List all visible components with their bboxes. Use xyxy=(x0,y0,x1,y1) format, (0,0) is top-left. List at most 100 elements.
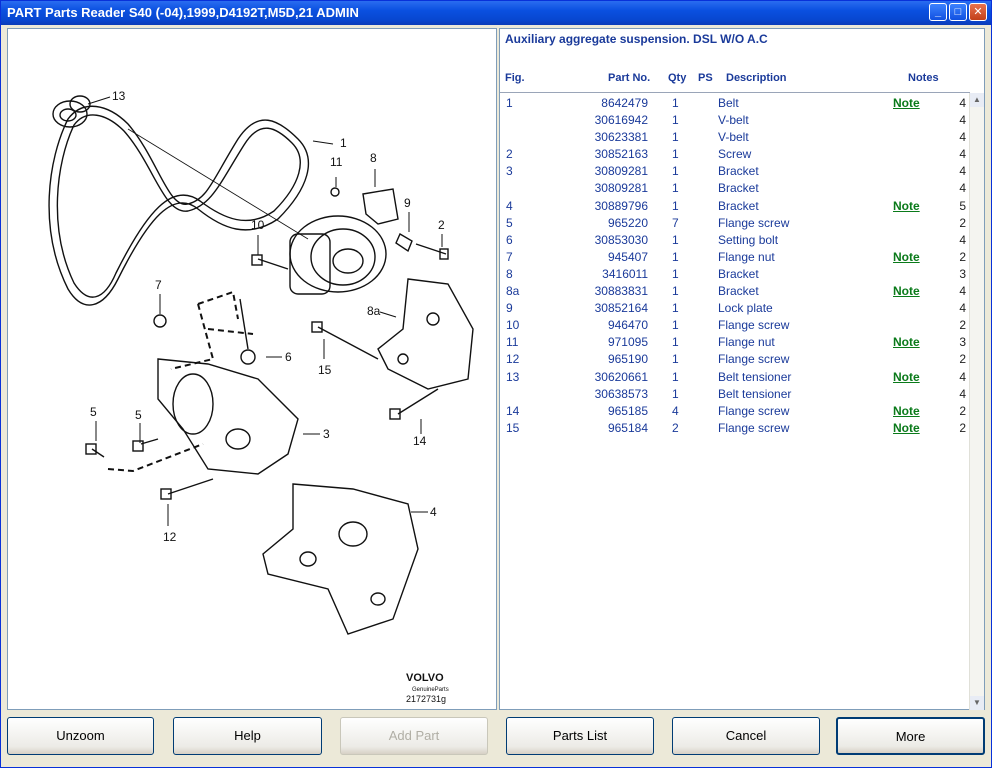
section-title: Auxiliary aggregate suspension. DSL W/O … xyxy=(505,32,768,46)
note-link[interactable]: Note xyxy=(893,250,920,264)
exploded-view-illustration: 13 1 11 8 9 2 10 7 8a 6 15 5 5 3 14 4 12… xyxy=(48,89,474,704)
table-row[interactable]: 1 8642479 1 Belt Note 4 xyxy=(500,95,970,112)
maximize-button[interactable]: □ xyxy=(949,3,967,21)
cell-fig: 4 xyxy=(506,198,513,213)
callout-9: 9 xyxy=(404,196,411,210)
cell-qty: 1 xyxy=(672,369,679,384)
table-row[interactable]: 6 30853030 1 Setting bolt 4 xyxy=(500,232,970,249)
cell-part-no: 30638573 xyxy=(594,386,648,401)
table-row[interactable]: 5 965220 7 Flange screw 2 xyxy=(500,215,970,232)
table-row[interactable]: 9 30852164 1 Lock plate 4 xyxy=(500,300,970,317)
cell-qty: 1 xyxy=(672,249,679,264)
callout-8a: 8a xyxy=(367,304,381,318)
header-notes: Notes xyxy=(908,72,939,84)
note-link[interactable]: Note xyxy=(893,335,920,349)
cell-fig: 15 xyxy=(506,420,520,435)
note-link[interactable]: Note xyxy=(893,96,920,110)
cell-notes-count: 5 xyxy=(959,198,966,213)
cell-notes-count: 2 xyxy=(959,215,966,230)
table-row[interactable]: 30638573 1 Belt tensioner 4 xyxy=(500,386,970,403)
cell-fig: 7 xyxy=(506,249,513,264)
table-row[interactable]: 30809281 1 Bracket 4 xyxy=(500,180,970,197)
cell-qty: 1 xyxy=(672,181,679,196)
volvo-logo: VOLVO GenuineParts 2172731g xyxy=(406,672,449,704)
cell-fig: 3 xyxy=(506,164,513,179)
cell-part-no: 30616942 xyxy=(594,113,648,128)
cell-description: Flange screw xyxy=(718,318,790,333)
table-row[interactable]: 30623381 1 V-belt 4 xyxy=(500,129,970,146)
cell-fig: 2 xyxy=(506,147,513,162)
cell-part-no: 965190 xyxy=(607,352,648,367)
header-description: Description xyxy=(726,72,787,84)
table-row[interactable]: 7 945407 1 Flange nut Note 2 xyxy=(500,249,970,266)
note-link[interactable]: Note xyxy=(893,284,920,298)
unzoom-button[interactable]: Unzoom xyxy=(7,717,154,755)
parts-list-panel: Auxiliary aggregate suspension. DSL W/O … xyxy=(499,28,985,710)
parts-list-button[interactable]: Parts List xyxy=(506,717,654,755)
close-button[interactable]: ✕ xyxy=(969,3,987,21)
cell-fig: 11 xyxy=(506,335,519,350)
cell-description: Bracket xyxy=(718,198,759,213)
callout-15: 15 xyxy=(318,363,332,377)
callout-3: 3 xyxy=(323,427,330,441)
cell-part-no: 946470 xyxy=(607,318,648,333)
cell-description: Belt tensioner xyxy=(718,369,792,384)
cell-part-no: 30883831 xyxy=(594,284,648,299)
table-row[interactable]: 30616942 1 V-belt 4 xyxy=(500,112,970,129)
header-divider xyxy=(500,92,970,93)
cell-notes-count: 4 xyxy=(959,386,966,401)
scroll-up-icon[interactable]: ▲ xyxy=(970,93,984,107)
scroll-down-icon[interactable]: ▼ xyxy=(970,696,984,710)
callout-labels: 13 1 11 8 9 2 10 7 8a 6 15 5 5 3 14 4 12 xyxy=(90,89,445,544)
cell-notes-count: 3 xyxy=(959,335,966,350)
window-title: PART Parts Reader S40 (-04),1999,D4192T,… xyxy=(7,5,359,20)
callout-1: 1 xyxy=(340,136,347,150)
table-row[interactable]: 14 965185 4 Flange screw Note 2 xyxy=(500,403,970,420)
cell-qty: 1 xyxy=(672,96,679,110)
note-link[interactable]: Note xyxy=(893,370,920,384)
note-link[interactable]: Note xyxy=(893,421,920,435)
cell-description: V-belt xyxy=(718,130,749,145)
cell-part-no: 30809281 xyxy=(594,164,648,179)
table-row[interactable]: 13 30620661 1 Belt tensioner Note 4 xyxy=(500,369,970,386)
add-part-button[interactable]: Add Part xyxy=(340,717,488,755)
cell-part-no: 30809281 xyxy=(594,181,648,196)
cancel-button[interactable]: Cancel xyxy=(672,717,820,755)
table-row[interactable]: 4 30889796 1 Bracket Note 5 xyxy=(500,198,970,215)
callout-6: 6 xyxy=(285,350,292,364)
cell-part-no: 945407 xyxy=(607,249,648,264)
cell-part-no: 30853030 xyxy=(594,232,648,247)
cell-notes-count: 4 xyxy=(959,147,966,162)
cell-description: Flange screw xyxy=(718,403,790,418)
more-button[interactable]: More xyxy=(836,717,985,755)
table-row[interactable]: 2 30852163 1 Screw 4 xyxy=(500,146,970,163)
cell-qty: 1 xyxy=(672,113,679,128)
window-controls: _ □ ✕ xyxy=(929,3,987,21)
cell-qty: 1 xyxy=(672,284,679,299)
note-link[interactable]: Note xyxy=(893,199,920,213)
title-bar[interactable]: PART Parts Reader S40 (-04),1999,D4192T,… xyxy=(1,1,991,25)
callout-2: 2 xyxy=(438,218,445,232)
table-row[interactable]: 10 946470 1 Flange screw 2 xyxy=(500,317,970,334)
table-row[interactable]: 12 965190 1 Flange screw 2 xyxy=(500,351,970,368)
cell-part-no: 30852163 xyxy=(594,147,648,162)
cell-notes-count: 4 xyxy=(959,301,966,316)
callout-8: 8 xyxy=(370,151,377,165)
cell-notes-count: 2 xyxy=(959,403,966,418)
cell-part-no: 3416011 xyxy=(602,266,648,281)
table-row[interactable]: 15 965184 2 Flange screw Note 2 xyxy=(500,420,970,437)
table-row[interactable]: 8a 30883831 1 Bracket Note 4 xyxy=(500,283,970,300)
parts-drawing[interactable]: 13 1 11 8 9 2 10 7 8a 6 15 5 5 3 14 4 12… xyxy=(7,28,497,710)
table-row[interactable]: 8 3416011 1 Bracket 3 xyxy=(500,266,970,283)
header-part-no: Part No. xyxy=(608,72,651,84)
table-row[interactable]: 3 30809281 1 Bracket 4 xyxy=(500,163,970,180)
cell-qty: 1 xyxy=(672,301,679,316)
table-row[interactable]: 11 971095 1 Flange nut Note 3 xyxy=(500,334,970,351)
minimize-button[interactable]: _ xyxy=(929,3,947,21)
cell-qty: 1 xyxy=(672,164,679,179)
cell-part-no: 965184 xyxy=(607,420,648,435)
cell-fig: 8a xyxy=(506,284,520,299)
help-button[interactable]: Help xyxy=(173,717,322,755)
vertical-scrollbar[interactable]: ▲ ▼ xyxy=(969,93,984,710)
note-link[interactable]: Note xyxy=(893,404,920,418)
